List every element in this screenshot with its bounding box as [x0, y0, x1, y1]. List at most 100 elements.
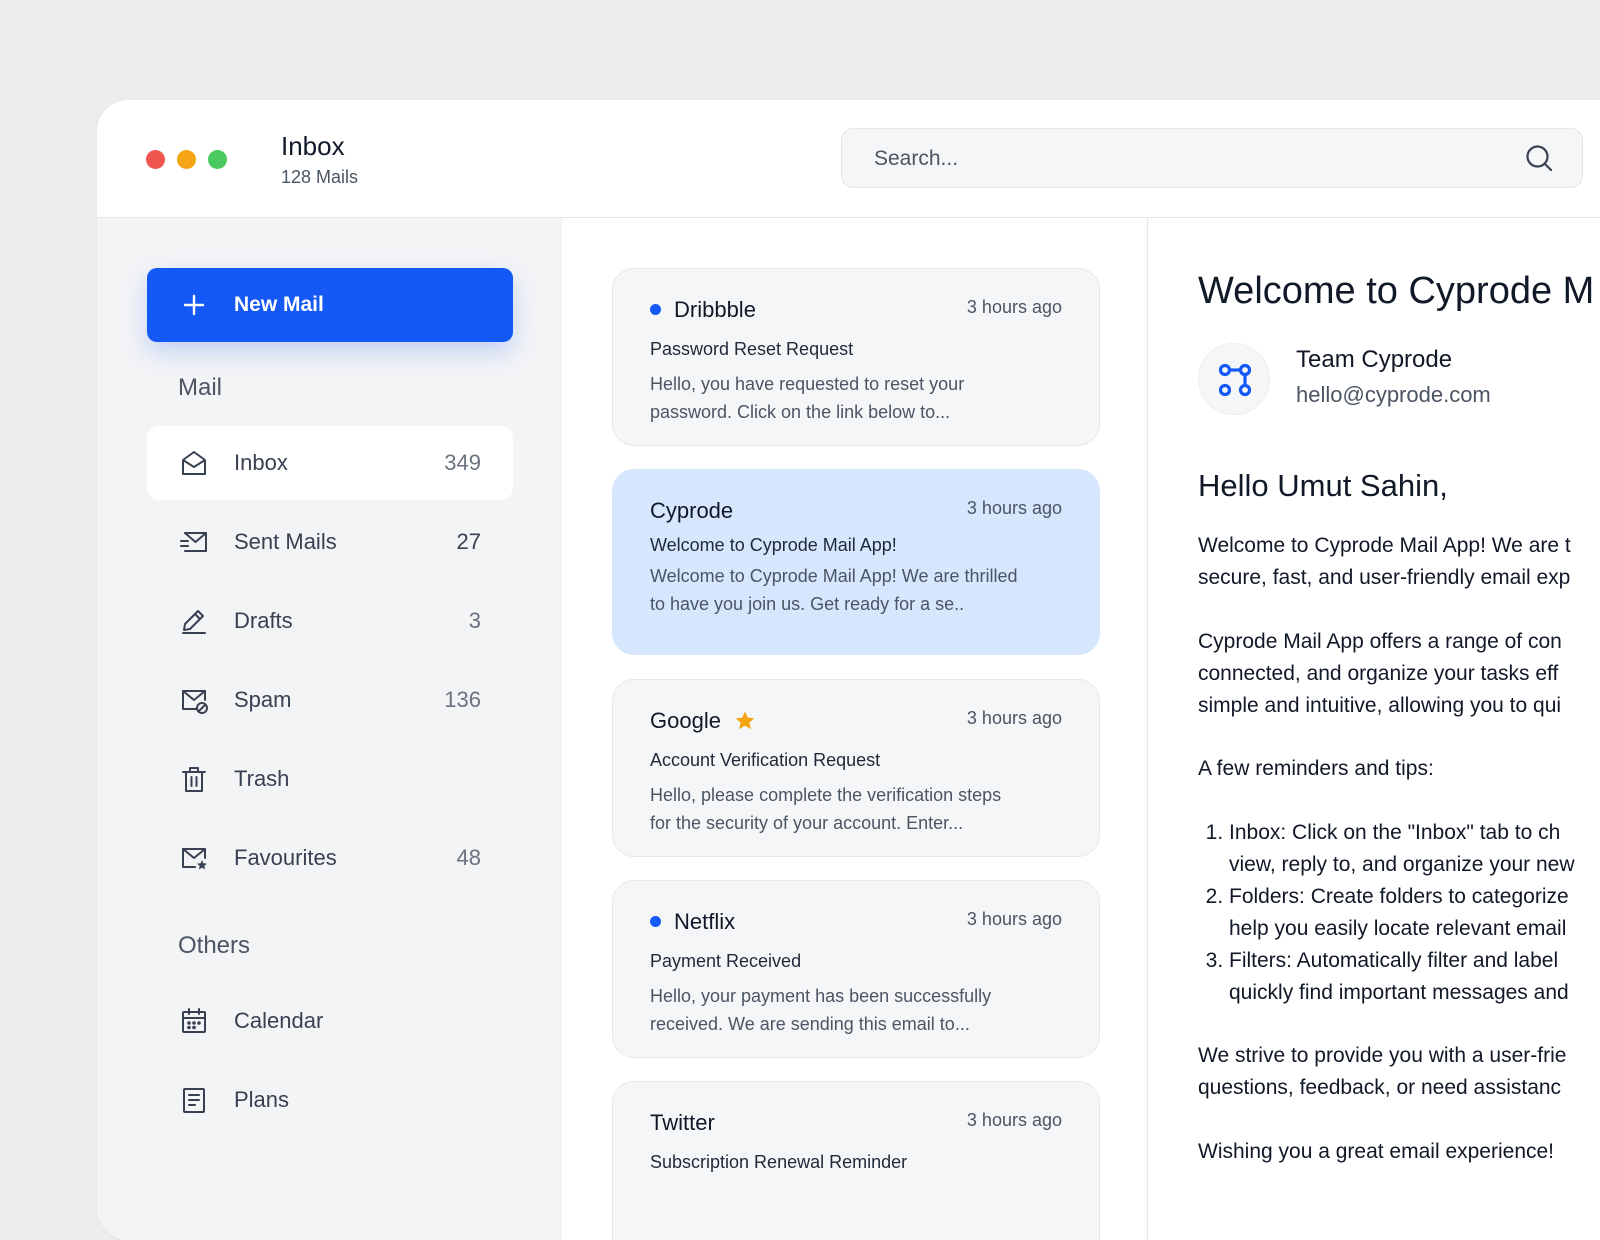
others-section-title: Others: [178, 932, 251, 959]
title-bar: Inbox 128 Mails: [97, 100, 1600, 218]
mail-greeting: Hello Umut Sahin,: [1198, 468, 1448, 503]
mail-preview: Hello, your payment has been successfull…: [650, 982, 1060, 1038]
tip-item: Folders: Create folders to categorize he…: [1229, 881, 1575, 945]
mail-subject: Account Verification Request: [650, 750, 881, 770]
trash-icon: [182, 767, 206, 792]
sidebar-item-count: 3: [468, 608, 481, 633]
sidebar-item-trash[interactable]: Trash: [147, 742, 513, 816]
mail-preview-line: received. We are sending this email to..…: [650, 1014, 970, 1034]
mail-title: Welcome to Cyprode M: [1198, 270, 1595, 312]
mail-preview-line: password. Click on the link below to...: [650, 402, 951, 422]
mail-card-dribbble[interactable]: Dribbble 3 hours ago Password Reset Requ…: [612, 268, 1100, 446]
search-icon[interactable]: [1524, 143, 1554, 173]
new-mail-button[interactable]: New Mail: [147, 268, 513, 342]
mail-line: simple and intuitive, allowing you to qu…: [1198, 694, 1562, 717]
tip-item: Inbox: Click on the "Inbox" tab to ch vi…: [1229, 817, 1575, 881]
mail-app-window: Inbox 128 Mails New Mail Mail Inbox 349: [97, 100, 1600, 1240]
mail-preview: Hello, you have requested to reset your …: [650, 370, 1060, 426]
mail-line: Filters: Automatically filter and label: [1229, 949, 1559, 972]
mail-section-title: Mail: [178, 374, 223, 401]
mail-time: 3 hours ago: [966, 708, 1062, 728]
tips-list: Inbox: Click on the "Inbox" tab to ch vi…: [1198, 817, 1575, 1009]
mail-count: 128 Mails: [281, 167, 359, 187]
spam-icon: [182, 690, 208, 714]
sidebar-item-drafts[interactable]: Drafts 3: [147, 584, 513, 658]
mail-subject: Payment Received: [650, 951, 802, 971]
mail-card-google[interactable]: Google 3 hours ago Account Verification …: [612, 679, 1100, 857]
sidebar-item-count: 48: [456, 845, 481, 870]
close-window-button[interactable]: [146, 150, 165, 169]
mail-preview-line: Hello, please complete the verification …: [650, 785, 1002, 805]
sidebar-item-label: Sent Mails: [234, 529, 337, 554]
mail-time: 3 hours ago: [966, 297, 1062, 317]
mail-preview: Welcome to Cyprode Mail App! We are thri…: [650, 562, 1060, 618]
mail-card-twitter[interactable]: Twitter 3 hours ago Subscription Renewal…: [612, 1081, 1100, 1240]
mail-paragraph: Welcome to Cyprode Mail App! We are t se…: [1198, 530, 1571, 594]
sidebar-item-inbox[interactable]: Inbox 349: [147, 426, 513, 500]
mail-sender: Twitter: [650, 1110, 715, 1135]
mail-card-netflix[interactable]: Netflix 3 hours ago Payment Received Hel…: [612, 880, 1100, 1058]
sidebar-item-count: 27: [456, 529, 481, 554]
inbox-icon: [182, 451, 206, 475]
sidebar-item-label: Drafts: [234, 608, 293, 633]
mail-line: quickly find important messages and: [1229, 981, 1569, 1004]
mail-line: help you easily locate relevant email: [1229, 917, 1567, 940]
tips-intro: A few reminders and tips:: [1198, 757, 1434, 780]
mail-line: We strive to provide you with a user-fri…: [1198, 1044, 1567, 1067]
mail-list: Dribbble 3 hours ago Password Reset Requ…: [562, 218, 1148, 1240]
mail-line: Welcome to Cyprode Mail App! We are t: [1198, 534, 1571, 557]
mail-preview-line: Hello, you have requested to reset your: [650, 374, 965, 394]
mail-reader: Welcome to Cyprode M Team Cyprode hello@…: [1148, 218, 1600, 1240]
mail-subject: Welcome to Cyprode Mail App!: [650, 535, 897, 555]
sidebar-item-spam[interactable]: Spam 136: [147, 663, 513, 737]
plus-icon: [183, 294, 205, 316]
sidebar-item-favourites[interactable]: Favourites 48: [147, 821, 513, 895]
mail-card-cyprode[interactable]: Cyprode 3 hours ago Welcome to Cyprode M…: [612, 469, 1100, 655]
search-box: [841, 128, 1583, 189]
mail-preview-line: to have you join us. Get ready for a se.…: [650, 594, 965, 614]
mail-line: Folders: Create folders to categorize: [1229, 885, 1569, 908]
mail-line: questions, feedback, or need assistanc: [1198, 1076, 1562, 1099]
mail-preview-line: Hello, your payment has been successfull…: [650, 986, 992, 1006]
sidebar-item-sent-mails[interactable]: Sent Mails 27: [147, 505, 513, 579]
cyprode-logo-icon: [1218, 363, 1252, 397]
mail-sender: Dribbble: [674, 297, 756, 322]
sidebar-item-label: Plans: [234, 1087, 290, 1112]
calendar-icon: [182, 1008, 206, 1033]
mail-sender: Netflix: [674, 909, 736, 934]
sidebar-item-label: Favourites: [234, 845, 337, 870]
page-title-block: Inbox 128 Mails: [281, 131, 358, 188]
sidebar-item-label: Spam: [234, 687, 292, 712]
mail-line: view, reply to, and organize your new: [1229, 853, 1575, 876]
sidebar-item-count: 349: [444, 450, 481, 475]
sender-email[interactable]: hello@cyprode.com: [1296, 382, 1491, 408]
mail-line: Cyprode Mail App offers a range of con: [1198, 630, 1562, 653]
mail-preview-line: Welcome to Cyprode Mail App! We are thri…: [650, 566, 1018, 586]
minimize-window-button[interactable]: [177, 150, 196, 169]
mail-preview: Hello, please complete the verification …: [650, 781, 1060, 837]
maximize-window-button[interactable]: [208, 150, 227, 169]
mail-line: secure, fast, and user-friendly email ex…: [1198, 566, 1571, 589]
new-mail-label: New Mail: [234, 293, 324, 316]
mail-line: Inbox: Click on the "Inbox" tab to ch: [1229, 821, 1561, 844]
unread-dot: [650, 304, 661, 315]
sidebar-item-label: Trash: [234, 766, 290, 791]
mail-time: 3 hours ago: [966, 1110, 1062, 1130]
mail-line: connected, and organize your tasks eff: [1198, 662, 1559, 685]
search-input[interactable]: [872, 129, 1496, 189]
sender-name: Team Cyprode: [1296, 346, 1453, 373]
sidebar-item-plans[interactable]: Plans: [147, 1063, 513, 1137]
plans-icon: [183, 1088, 205, 1113]
mail-paragraph: We strive to provide you with a user-fri…: [1198, 1040, 1566, 1104]
avatar: [1198, 343, 1270, 415]
mail-closing: Wishing you a great email experience!: [1198, 1140, 1555, 1163]
unread-dot: [650, 916, 661, 927]
sidebar-item-calendar[interactable]: Calendar: [147, 984, 513, 1058]
sidebar: New Mail Mail Inbox 349 Sent Mails 27 Dr…: [97, 218, 562, 1240]
mail-paragraph: Cyprode Mail App offers a range of con c…: [1198, 626, 1562, 722]
mail-sender: Google: [650, 708, 721, 733]
mail-preview-line: for the security of your account. Enter.…: [650, 813, 964, 833]
favourite-mail-icon: [182, 848, 207, 870]
page-title: Inbox: [281, 131, 345, 161]
sent-icon: [180, 532, 207, 552]
